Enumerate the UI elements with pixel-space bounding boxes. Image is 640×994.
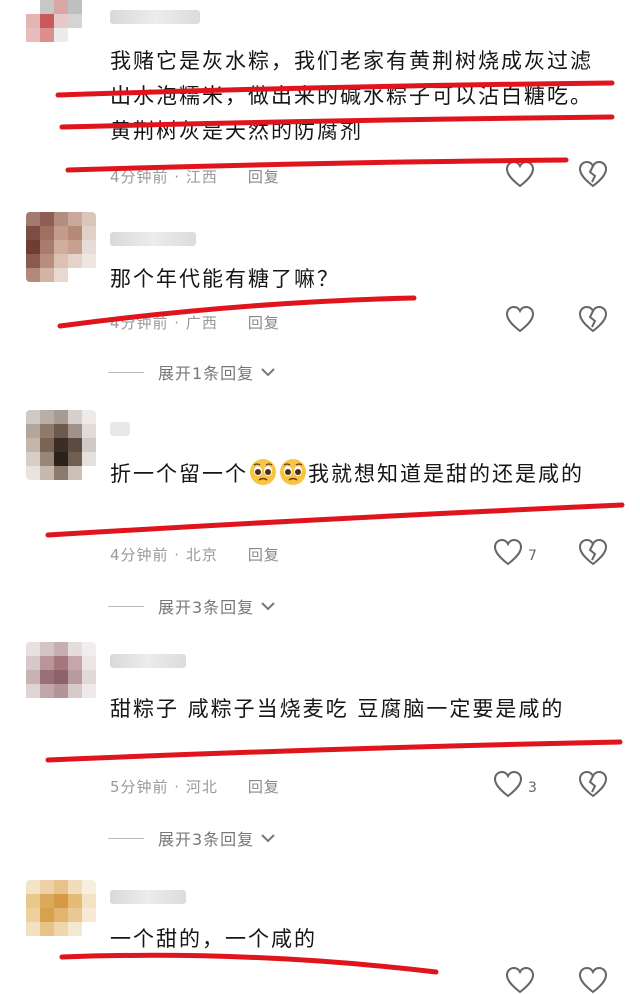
like-count: 3 (528, 780, 537, 796)
chevron-down-icon (261, 834, 275, 843)
broken-heart-icon (578, 966, 608, 994)
heart-icon (505, 305, 535, 333)
broken-heart-icon (578, 305, 608, 333)
comment-meta: 4分钟前 · 北京 回复 (110, 544, 280, 565)
comment-meta: 5分钟前 · 河北 回复 (110, 776, 280, 797)
username[interactable] (110, 422, 130, 436)
expand-replies-label: 展开1条回复 (158, 364, 255, 383)
like-button[interactable] (505, 160, 535, 188)
comment-text: 折一个留一个 我就想知道是甜的还是咸的 (110, 457, 615, 492)
avatar[interactable] (26, 0, 96, 44)
comment-text-start: 折一个留一个 (110, 462, 248, 486)
like-button[interactable] (493, 770, 523, 798)
avatar[interactable] (26, 642, 96, 712)
username[interactable] (110, 10, 200, 24)
like-count: 7 (528, 548, 537, 564)
username[interactable] (110, 890, 186, 904)
timestamp-location: 5分钟前 · 河北 (110, 778, 218, 796)
red-underline (45, 502, 625, 538)
heart-icon (493, 770, 523, 798)
expand-replies-label: 展开3条回复 (158, 830, 255, 849)
divider (108, 837, 144, 839)
avatar[interactable] (26, 212, 96, 282)
broken-heart-icon (578, 770, 608, 798)
username[interactable] (110, 654, 186, 668)
avatar[interactable] (26, 410, 96, 480)
chevron-down-icon (261, 602, 275, 611)
comment-meta: 4分钟前 · 江西 回复 (110, 166, 280, 187)
reply-button[interactable]: 回复 (248, 314, 280, 332)
expand-replies-button[interactable]: 展开3条回复 (108, 826, 276, 850)
avatar[interactable] (26, 880, 96, 950)
divider (108, 371, 144, 373)
divider (108, 605, 144, 607)
comment-text: 一个甜的，一个咸的 (110, 927, 317, 951)
timestamp-location: 4分钟前 · 江西 (110, 168, 218, 186)
dislike-button[interactable] (578, 305, 608, 333)
timestamp-location: 4分钟前 · 北京 (110, 546, 218, 564)
timestamp-location: 4分钟前 · 广西 (110, 314, 218, 332)
broken-heart-icon (578, 538, 608, 566)
dislike-button[interactable] (578, 770, 608, 798)
expand-replies-label: 展开3条回复 (158, 598, 255, 617)
dislike-button[interactable] (578, 160, 608, 188)
like-button[interactable] (505, 305, 535, 333)
heart-icon (493, 538, 523, 566)
broken-heart-icon (578, 160, 608, 188)
expand-replies-button[interactable]: 展开3条回复 (108, 594, 276, 618)
comment-text-end: 我就想知道是甜的还是咸的 (308, 462, 584, 486)
comment-text: 那个年代能有糖了嘛？ (110, 267, 340, 291)
username[interactable] (110, 232, 196, 246)
like-button[interactable] (505, 966, 535, 994)
chevron-down-icon (261, 368, 275, 377)
comment-meta: 4分钟前 · 广西 回复 (110, 312, 280, 333)
reply-button[interactable]: 回复 (248, 778, 280, 796)
pleading-face-emoji-icon (250, 459, 276, 485)
reply-button[interactable]: 回复 (248, 168, 280, 186)
like-button[interactable] (493, 538, 523, 566)
red-underline (45, 739, 623, 763)
red-underline (59, 952, 439, 975)
pleading-face-emoji-icon (280, 459, 306, 485)
reply-button[interactable]: 回复 (248, 546, 280, 564)
comment-text: 甜粽子 咸粽子当烧麦吃 豆腐脑一定要是咸的 (110, 697, 565, 721)
heart-icon (505, 966, 535, 994)
expand-replies-button[interactable]: 展开1条回复 (108, 360, 276, 384)
heart-icon (505, 160, 535, 188)
dislike-button[interactable] (578, 538, 608, 566)
dislike-button[interactable] (578, 966, 608, 994)
comment-text: 我赌它是灰水粽，我们老家有黄荆树烧成灰过滤出水泡糯米，做出来的碱水粽子可以沾白糖… (110, 49, 593, 143)
